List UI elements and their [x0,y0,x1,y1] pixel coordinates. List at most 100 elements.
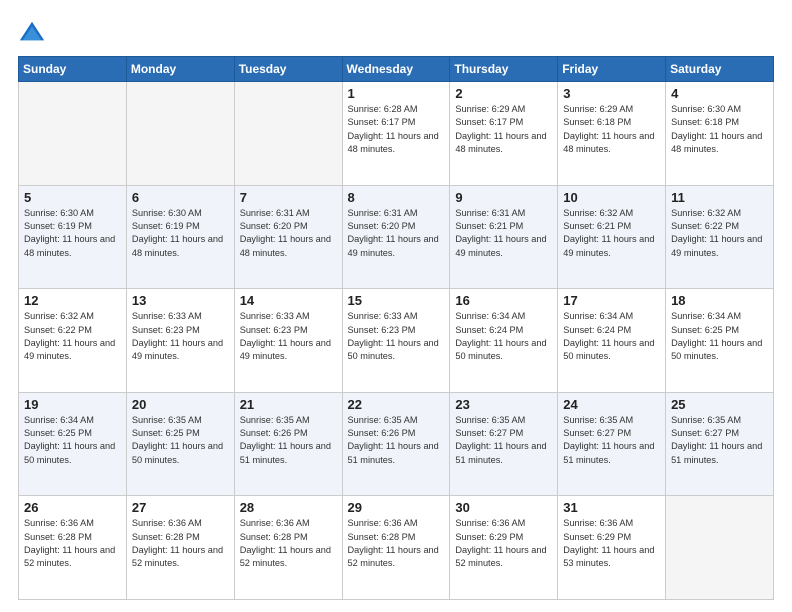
day-info: Sunrise: 6:32 AMSunset: 6:22 PMDaylight:… [671,207,768,260]
day-info: Sunrise: 6:29 AMSunset: 6:17 PMDaylight:… [455,103,552,156]
day-number: 17 [563,293,660,308]
day-number: 1 [348,86,445,101]
day-info: Sunrise: 6:35 AMSunset: 6:26 PMDaylight:… [348,414,445,467]
calendar-cell: 24 Sunrise: 6:35 AMSunset: 6:27 PMDayligh… [558,392,666,496]
calendar-cell: 18Sunrise: 6:34 AMSunset: 6:25 PMDayligh… [666,289,774,393]
calendar-cell: 2Sunrise: 6:29 AMSunset: 6:17 PMDaylight… [450,82,558,186]
calendar-cell: 1 Sunrise: 6:28 AMSunset: 6:17 PMDaylight… [342,82,450,186]
calendar-cell: 22 Sunrise: 6:35 AMSunset: 6:26 PMDayligh… [342,392,450,496]
day-number: 8 [348,190,445,205]
calendar-cell: 17 Sunrise: 6:34 AMSunset: 6:24 PMDayligh… [558,289,666,393]
calendar-cell: 4 Sunrise: 6:30 AMSunset: 6:18 PMDaylight… [666,82,774,186]
day-number: 20 [132,397,229,412]
calendar-cell: 30 Sunrise: 6:36 AMSunset: 6:29 PMDayligh… [450,496,558,600]
calendar-cell: 19 Sunrise: 6:34 AMSunset: 6:25 PMDayligh… [19,392,127,496]
calendar-week-row: 12 Sunrise: 6:32 AMSunset: 6:22 PMDayligh… [19,289,774,393]
day-info: Sunrise: 6:34 AMSunset: 6:24 PMDaylight:… [455,310,552,363]
logo-icon [18,18,46,46]
day-info: Sunrise: 6:34 AMSunset: 6:25 PMDaylight:… [24,414,121,467]
calendar-cell [19,82,127,186]
day-info: Sunrise: 6:30 AMSunset: 6:18 PMDaylight:… [671,103,768,156]
day-number: 23 [455,397,552,412]
weekday-header-wednesday: Wednesday [342,57,450,82]
day-info: Sunrise: 6:35 AMSunset: 6:26 PMDaylight:… [240,414,337,467]
weekday-header-saturday: Saturday [666,57,774,82]
calendar-week-row: 1 Sunrise: 6:28 AMSunset: 6:17 PMDaylight… [19,82,774,186]
calendar-cell: 25 Sunrise: 6:35 AMSunset: 6:27 PMDayligh… [666,392,774,496]
day-number: 19 [24,397,121,412]
weekday-header-thursday: Thursday [450,57,558,82]
calendar-cell: 27 Sunrise: 6:36 AMSunset: 6:28 PMDayligh… [126,496,234,600]
day-number: 9 [455,190,552,205]
day-info: Sunrise: 6:35 AMSunset: 6:27 PMDaylight:… [671,414,768,467]
day-number: 11 [671,190,768,205]
day-number: 3 [563,86,660,101]
day-info: Sunrise: 6:36 AMSunset: 6:28 PMDaylight:… [240,517,337,570]
calendar-cell: 9 Sunrise: 6:31 AMSunset: 6:21 PMDaylight… [450,185,558,289]
calendar-cell: 8 Sunrise: 6:31 AMSunset: 6:20 PMDaylight… [342,185,450,289]
day-info: Sunrise: 6:35 AMSunset: 6:27 PMDaylight:… [455,414,552,467]
day-number: 30 [455,500,552,515]
day-info: Sunrise: 6:35 AMSunset: 6:27 PMDaylight:… [563,414,660,467]
day-number: 21 [240,397,337,412]
day-number: 28 [240,500,337,515]
calendar-cell: 13Sunrise: 6:33 AMSunset: 6:23 PMDayligh… [126,289,234,393]
calendar-cell: 7Sunrise: 6:31 AMSunset: 6:20 PMDaylight… [234,185,342,289]
day-number: 18 [671,293,768,308]
day-number: 31 [563,500,660,515]
day-number: 22 [348,397,445,412]
day-info: Sunrise: 6:36 AMSunset: 6:28 PMDaylight:… [348,517,445,570]
calendar-week-row: 19 Sunrise: 6:34 AMSunset: 6:25 PMDayligh… [19,392,774,496]
day-number: 27 [132,500,229,515]
day-info: Sunrise: 6:30 AMSunset: 6:19 PMDaylight:… [24,207,121,260]
day-info: Sunrise: 6:36 AMSunset: 6:28 PMDaylight:… [132,517,229,570]
day-number: 6 [132,190,229,205]
day-info: Sunrise: 6:29 AMSunset: 6:18 PMDaylight:… [563,103,660,156]
calendar-cell [126,82,234,186]
day-info: Sunrise: 6:31 AMSunset: 6:20 PMDaylight:… [348,207,445,260]
day-info: Sunrise: 6:31 AMSunset: 6:21 PMDaylight:… [455,207,552,260]
calendar-cell: 20 Sunrise: 6:35 AMSunset: 6:25 PMDayligh… [126,392,234,496]
calendar-week-row: 5 Sunrise: 6:30 AMSunset: 6:19 PMDaylight… [19,185,774,289]
calendar-cell: 14Sunrise: 6:33 AMSunset: 6:23 PMDayligh… [234,289,342,393]
day-number: 25 [671,397,768,412]
logo [18,18,50,46]
day-info: Sunrise: 6:30 AMSunset: 6:19 PMDaylight:… [132,207,229,260]
calendar-cell: 11 Sunrise: 6:32 AMSunset: 6:22 PMDayligh… [666,185,774,289]
day-number: 5 [24,190,121,205]
calendar-cell: 31Sunrise: 6:36 AMSunset: 6:29 PMDayligh… [558,496,666,600]
day-info: Sunrise: 6:33 AMSunset: 6:23 PMDaylight:… [348,310,445,363]
calendar-cell: 23 Sunrise: 6:35 AMSunset: 6:27 PMDayligh… [450,392,558,496]
day-info: Sunrise: 6:35 AMSunset: 6:25 PMDaylight:… [132,414,229,467]
day-number: 4 [671,86,768,101]
day-info: Sunrise: 6:32 AMSunset: 6:21 PMDaylight:… [563,207,660,260]
day-info: Sunrise: 6:34 AMSunset: 6:24 PMDaylight:… [563,310,660,363]
calendar-cell [234,82,342,186]
calendar-cell: 28 Sunrise: 6:36 AMSunset: 6:28 PMDayligh… [234,496,342,600]
calendar-cell: 12 Sunrise: 6:32 AMSunset: 6:22 PMDayligh… [19,289,127,393]
weekday-header-sunday: Sunday [19,57,127,82]
day-info: Sunrise: 6:36 AMSunset: 6:28 PMDaylight:… [24,517,121,570]
day-number: 12 [24,293,121,308]
calendar-cell: 5 Sunrise: 6:30 AMSunset: 6:19 PMDaylight… [19,185,127,289]
calendar-cell: 21 Sunrise: 6:35 AMSunset: 6:26 PMDayligh… [234,392,342,496]
calendar-cell: 16 Sunrise: 6:34 AMSunset: 6:24 PMDayligh… [450,289,558,393]
calendar-cell: 26 Sunrise: 6:36 AMSunset: 6:28 PMDayligh… [19,496,127,600]
calendar-header-row: SundayMondayTuesdayWednesdayThursdayFrid… [19,57,774,82]
day-info: Sunrise: 6:36 AMSunset: 6:29 PMDaylight:… [455,517,552,570]
calendar-cell: 10Sunrise: 6:32 AMSunset: 6:21 PMDayligh… [558,185,666,289]
day-number: 24 [563,397,660,412]
header [18,18,774,46]
day-number: 7 [240,190,337,205]
day-number: 13 [132,293,229,308]
day-info: Sunrise: 6:28 AMSunset: 6:17 PMDaylight:… [348,103,445,156]
page: SundayMondayTuesdayWednesdayThursdayFrid… [0,0,792,612]
calendar-week-row: 26 Sunrise: 6:36 AMSunset: 6:28 PMDayligh… [19,496,774,600]
day-info: Sunrise: 6:32 AMSunset: 6:22 PMDaylight:… [24,310,121,363]
day-number: 29 [348,500,445,515]
calendar-cell: 15Sunrise: 6:33 AMSunset: 6:23 PMDayligh… [342,289,450,393]
day-number: 14 [240,293,337,308]
day-number: 16 [455,293,552,308]
day-number: 26 [24,500,121,515]
calendar-cell: 6 Sunrise: 6:30 AMSunset: 6:19 PMDaylight… [126,185,234,289]
